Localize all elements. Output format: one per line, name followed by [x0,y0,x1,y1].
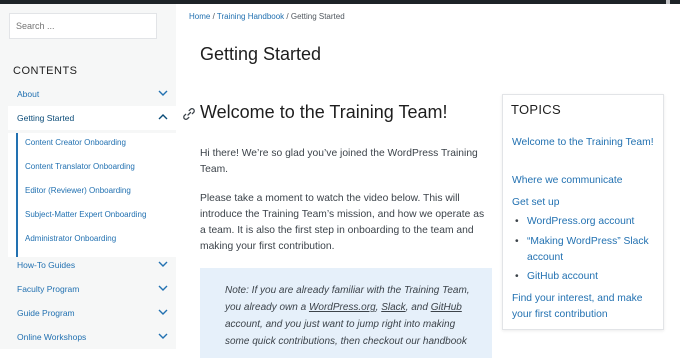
chevron-down-icon[interactable] [158,307,168,317]
submenu-item-content-translator[interactable]: Content Translator Onboarding [25,162,135,171]
toc-link-find-interest[interactable]: Find your interest, and make your first … [512,291,658,323]
chevron-down-icon[interactable] [158,259,168,269]
breadcrumb-separator: / [284,12,291,21]
note-callout: Note: If you are already familiar with t… [200,268,492,358]
sidebar-item-label: How-To Guides [17,260,76,270]
note-text: account, and you just want to jump right… [225,319,467,347]
sidebar-item-faculty-program[interactable]: Faculty Program [8,277,176,301]
chevron-down-icon[interactable] [158,331,168,341]
topics-heading: TOPICS [511,102,561,117]
link-icon[interactable] [182,107,196,121]
video-paragraph: Please take a moment to watch the video … [200,193,485,252]
toc-link-welcome[interactable]: Welcome to the Training Team! [512,135,658,151]
sidebar: Search ... CONTENTS About Getting Starte… [0,4,176,349]
chevron-up-icon[interactable] [158,112,168,122]
bullet: • [515,271,519,282]
note-text: , and [405,302,431,313]
toc-link-setup[interactable]: Get set up [512,195,658,211]
admin-bar-indicator [666,0,670,4]
slack-link[interactable]: Slack [381,302,405,313]
sidebar-item-label: Online Workshops [17,332,87,342]
toc-link-communicate[interactable]: Where we communicate [512,173,658,189]
submenu-item-administrator[interactable]: Administrator Onboarding [25,234,116,243]
sidebar-item-online-workshops[interactable]: Online Workshops [8,325,176,349]
submenu-item-content-creator[interactable]: Content Creator Onboarding [25,138,126,147]
wordpress-org-link[interactable]: WordPress.org [309,302,376,313]
contents-heading: CONTENTS [13,65,78,77]
submenu-indicator-bar [16,133,18,257]
submenu-item-editor[interactable]: Editor (Reviewer) Onboarding [25,186,131,195]
getting-started-submenu: Content Creator Onboarding Content Trans… [8,133,176,257]
submenu-item-sme[interactable]: Subject-Matter Expert Onboarding [25,210,146,219]
sidebar-item-label: Guide Program [17,308,75,318]
sidebar-item-guide-program[interactable]: Guide Program [8,301,176,325]
section-heading-welcome: Welcome to the Training Team! [200,102,448,122]
bullet: • [515,216,519,227]
toc-link-slack-account[interactable]: • “Making WordPress” Slack account [515,234,657,266]
bullet: • [515,236,519,247]
breadcrumb: Home / Training Handbook / Getting Start… [189,12,345,21]
intro-paragraph: Hi there! We’re so glad you’ve joined th… [200,148,478,175]
sidebar-item-getting-started[interactable]: Getting Started [8,106,176,130]
toc-link-label: GitHub account [527,271,598,282]
toc-link-label: “Making WordPress” Slack account [527,236,649,263]
sidebar-item-label: Getting Started [17,113,75,123]
breadcrumb-home-link[interactable]: Home [189,12,210,21]
sidebar-item-how-to-guides[interactable]: How-To Guides [8,253,176,277]
breadcrumb-current: Getting Started [290,12,345,21]
toc-link-github-account[interactable]: • GitHub account [515,269,657,285]
search-input[interactable]: Search ... [9,13,157,39]
sidebar-item-about[interactable]: About [8,82,176,106]
chevron-down-icon[interactable] [158,283,168,293]
sidebar-item-label: About [17,89,40,99]
chevron-down-icon[interactable] [158,88,168,98]
topics-toc: TOPICS Welcome to the Training Team! Whe… [502,94,664,330]
toc-link-label: WordPress.org account [527,216,635,227]
breadcrumb-section-link[interactable]: Training Handbook [217,12,284,21]
sidebar-item-label: Faculty Program [17,284,80,294]
toc-link-wporg-account[interactable]: • WordPress.org account [515,214,657,230]
github-link[interactable]: GitHub [431,302,462,313]
page-title: Getting Started [200,44,322,64]
